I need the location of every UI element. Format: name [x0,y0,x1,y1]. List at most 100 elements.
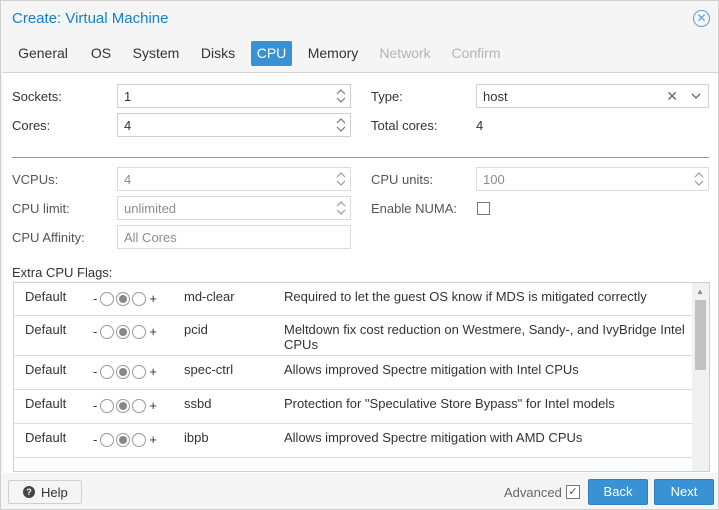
next-button[interactable]: Next [654,479,714,505]
spinner-icon[interactable] [336,116,346,134]
vcpus-field[interactable]: 4 [117,167,351,191]
table-row: Default - + ibpb Allows improved Spectre… [14,424,692,458]
flag-name: pcid [184,322,208,337]
spinner-icon[interactable] [336,199,346,217]
flag-description: Allows improved Spectre mitigation with … [284,362,579,377]
cores-value: 4 [124,118,132,133]
cpu-limit-label: CPU limit: [12,201,70,216]
cpu-type-select[interactable]: host ✕ [476,84,709,108]
tab-memory[interactable]: Memory [301,41,365,66]
tab-os[interactable]: OS [83,41,119,66]
cpu-units-field[interactable]: 100 [476,167,709,191]
flag-toggle[interactable]: - + [91,364,159,379]
extra-cpu-flags-list: Default - + md-clear Required to let the… [13,282,710,472]
tab-confirm: Confirm [451,45,501,61]
vcpus-value: 4 [124,172,132,187]
radio-on[interactable] [132,432,147,447]
cpu-type-value: host [483,89,508,104]
clear-icon[interactable]: ✕ [666,88,678,105]
flag-description: Meltdown fix cost reduction on Westmere,… [284,322,685,352]
create-vm-dialog: Create: Virtual Machine ✕ General OS Sys… [0,0,719,510]
cpu-affinity-label: CPU Affinity: [12,230,85,245]
radio-on[interactable] [132,398,147,413]
radio-off[interactable] [100,291,115,306]
extra-cpu-flags-label: Extra CPU Flags: [12,265,113,280]
sockets-field[interactable]: 1 [117,84,351,108]
flag-name: ibpb [184,430,209,445]
sockets-value: 1 [124,89,132,104]
flag-description: Required to let the guest OS know if MDS… [284,289,647,304]
minus-sign: - [93,291,98,306]
cores-label: Cores: [12,118,51,133]
table-row: Default - + pcid Meltdown fix cost reduc… [14,316,692,356]
tab-disks[interactable]: Disks [193,41,243,66]
cpu-units-value: 100 [483,172,505,187]
cpu-panel: Sockets: 1 Type: host ✕ Cores: 4 Total c… [3,72,718,473]
dialog-titlebar: Create: Virtual Machine ✕ [1,1,718,37]
tab-general[interactable]: General [11,41,75,66]
flag-description: Protection for "Speculative Store Bypass… [284,396,615,411]
advanced-label: Advanced [504,485,562,500]
minus-sign: - [93,324,98,339]
radio-off[interactable] [100,364,115,379]
chevron-down-icon[interactable] [690,87,702,108]
table-row: Default - + spec-ctrl Allows improved Sp… [14,356,692,390]
radio-off[interactable] [100,398,115,413]
flag-toggle[interactable]: - + [91,398,159,413]
spinner-icon[interactable] [336,170,346,188]
flag-name: md-clear [184,289,235,304]
flags-scrollbar[interactable]: ▲ [692,283,709,471]
flag-state: Default [25,430,67,445]
cores-field[interactable]: 4 [117,113,351,137]
help-icon: ? [23,486,35,498]
flag-toggle[interactable]: - + [91,324,159,339]
spinner-icon[interactable] [336,87,346,105]
radio-default[interactable] [116,324,131,339]
table-row: Default - + md-clear Required to let the… [14,283,692,316]
scroll-up-icon[interactable]: ▲ [696,287,704,296]
radio-on[interactable] [132,324,147,339]
flag-state: Default [25,362,67,377]
flag-toggle[interactable]: - + [91,291,159,306]
radio-off[interactable] [100,324,115,339]
cpu-limit-field[interactable]: unlimited [117,196,351,220]
enable-numa-label: Enable NUMA: [371,201,457,216]
radio-default[interactable] [116,364,131,379]
minus-sign: - [93,398,98,413]
help-button[interactable]: ? Help [8,480,82,504]
radio-default[interactable] [116,398,131,413]
flag-description: Allows improved Spectre mitigation with … [284,430,583,445]
radio-default[interactable] [116,432,131,447]
radio-off[interactable] [100,432,115,447]
tab-cpu[interactable]: CPU [251,41,292,66]
dialog-title: Create: Virtual Machine [12,10,169,27]
cpu-affinity-field[interactable]: All Cores [117,225,351,249]
enable-numa-checkbox[interactable] [477,202,490,215]
dialog-footer: ? Help Advanced ✓ Back Next [1,474,718,509]
advanced-checkbox[interactable]: ✓ [566,485,580,499]
tab-system[interactable]: System [125,41,187,66]
flag-state: Default [25,322,67,337]
minus-sign: - [93,364,98,379]
tab-network: Network [379,45,431,61]
flag-name: ssbd [184,396,212,411]
table-row: Default - + ssbd Protection for "Specula… [14,390,692,424]
radio-on[interactable] [132,291,147,306]
back-button[interactable]: Back [588,479,648,505]
flag-state: Default [25,396,67,411]
wizard-tabs: General OS System Disks CPU Memory Netwo… [1,39,718,69]
cpu-limit-value: unlimited [124,201,177,216]
close-icon[interactable]: ✕ [693,10,710,27]
plus-sign: + [149,291,157,306]
radio-default[interactable] [116,291,131,306]
sockets-label: Sockets: [12,89,62,104]
total-cores-label: Total cores: [371,118,438,133]
scrollbar-thumb[interactable] [695,300,706,370]
spinner-icon[interactable] [694,170,704,188]
plus-sign: + [149,364,157,379]
radio-on[interactable] [132,364,147,379]
type-label: Type: [371,89,403,104]
flag-toggle[interactable]: - + [91,432,159,447]
help-button-label: Help [41,485,68,500]
flag-state: Default [25,289,67,304]
